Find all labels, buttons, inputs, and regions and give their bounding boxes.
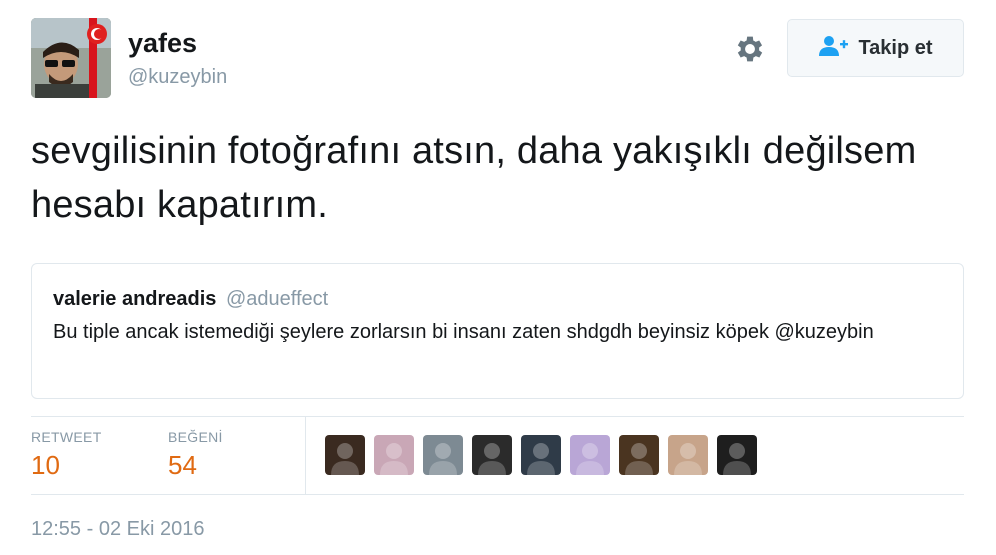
- retweet-stat[interactable]: RETWEET 10: [31, 429, 102, 481]
- quoted-tweet-text: Bu tiple ancak istemediği şeylere zorlar…: [53, 321, 874, 343]
- author-avatar[interactable]: [31, 18, 111, 98]
- liker-avatars: [325, 435, 757, 475]
- retweet-label: RETWEET: [31, 429, 102, 445]
- gear-icon[interactable]: [733, 32, 767, 66]
- user-avatar-photo: [31, 18, 111, 98]
- add-user-icon: [818, 35, 849, 62]
- tweet-text: sevgilisinin fotoğrafını atsın, daha yak…: [31, 130, 917, 226]
- liker-avatar-6[interactable]: [570, 435, 610, 475]
- follow-button[interactable]: Takip et: [787, 19, 964, 77]
- liker-avatar-3[interactable]: [423, 435, 463, 475]
- quoted-tweet-header: valerie andreadis @adueffect: [53, 286, 942, 312]
- quoted-author-name: valerie andreadis: [53, 288, 217, 310]
- tweet-stats: RETWEET 10 BEĞENİ 54: [31, 416, 964, 495]
- retweet-count: 10: [31, 450, 60, 480]
- quoted-author-handle: @adueffect: [226, 288, 329, 310]
- stats-divider: [305, 417, 306, 495]
- like-count: 54: [168, 450, 197, 480]
- liker-avatar-8[interactable]: [668, 435, 708, 475]
- liker-avatar-7[interactable]: [619, 435, 659, 475]
- author-name[interactable]: yafes: [128, 28, 197, 59]
- quoted-tweet[interactable]: valerie andreadis @adueffect Bu tiple an…: [31, 263, 964, 399]
- tweet-timestamp[interactable]: 12:55 - 02 Eki 2016: [31, 518, 204, 541]
- liker-avatar-9[interactable]: [717, 435, 757, 475]
- liker-avatar-5[interactable]: [521, 435, 561, 475]
- author-handle[interactable]: @kuzeybin: [128, 66, 227, 89]
- liker-avatar-4[interactable]: [472, 435, 512, 475]
- like-label: BEĞENİ: [168, 429, 223, 445]
- liker-avatar-1[interactable]: [325, 435, 365, 475]
- like-stat[interactable]: BEĞENİ 54: [168, 429, 223, 481]
- liker-avatar-2[interactable]: [374, 435, 414, 475]
- follow-button-label: Takip et: [858, 36, 933, 59]
